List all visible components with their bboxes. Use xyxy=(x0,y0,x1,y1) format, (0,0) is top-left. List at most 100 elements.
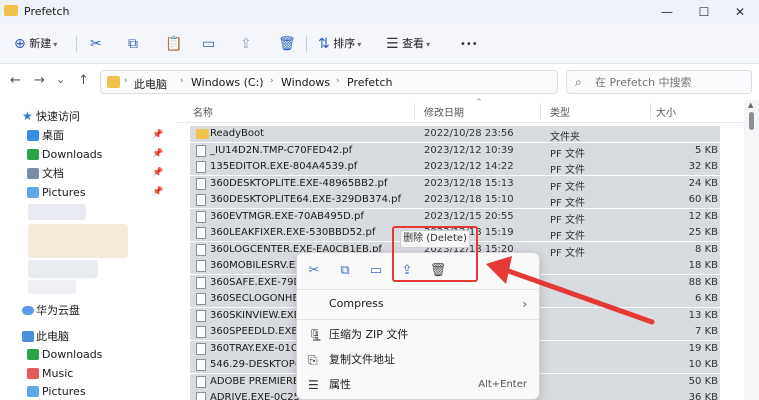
column-header-type[interactable]: 类型 xyxy=(550,104,570,119)
view-button[interactable]: ☰ 查看 ▾ xyxy=(386,34,430,54)
menu-item-copy-path[interactable]: ⎘ 复制文件地址 xyxy=(297,349,539,371)
search-input[interactable] xyxy=(595,74,745,90)
context-copy-icon[interactable]: ⧉ xyxy=(334,261,356,281)
more-options-icon[interactable]: ••• xyxy=(460,39,478,50)
menu-item-zip[interactable]: 🗜 压缩为 ZIP 文件 xyxy=(297,324,539,346)
context-rename-icon[interactable]: ▭ xyxy=(365,261,387,281)
sidebar-label: 此电脑 xyxy=(36,330,69,343)
paste-icon[interactable]: 📋 xyxy=(165,36,182,52)
sort-button[interactable]: ⇅ 排序 ▾ xyxy=(318,34,361,54)
sidebar-item-pictures[interactable]: Pictures 📌 xyxy=(0,183,176,202)
sidebar-this-pc[interactable]: 此电脑 xyxy=(0,327,176,346)
breadcrumb-this-pc[interactable]: 此电脑 xyxy=(134,76,167,92)
up-button[interactable]: ↑ xyxy=(78,73,89,88)
file-row[interactable]: 360DESKTOPLITE64.EXE-329DB374.pf 2023/12/… xyxy=(190,192,720,209)
file-date: 2023/12/12 10:39 xyxy=(424,145,514,156)
file-icon xyxy=(196,277,206,289)
document-icon xyxy=(27,168,39,179)
sidebar-label: 华为云盘 xyxy=(36,304,80,317)
breadcrumb-prefetch[interactable]: Prefetch xyxy=(347,76,392,89)
redacted-area xyxy=(28,224,128,258)
file-date: 2022/10/28 23:56 xyxy=(424,128,514,139)
maximize-button[interactable]: ☐ xyxy=(695,3,713,21)
menu-item-label: 压缩为 ZIP 文件 xyxy=(329,328,409,341)
chevron-right-icon: › xyxy=(522,297,527,311)
menu-item-compress[interactable]: Compress › xyxy=(297,293,539,315)
chevron-down-icon: ▾ xyxy=(426,40,431,49)
sidebar-item-documents[interactable]: 文档 📌 xyxy=(0,164,176,183)
cut-icon[interactable]: ✂ xyxy=(90,36,102,52)
file-name: ADOBE PREMIERE xyxy=(210,376,300,387)
sidebar-quick-access[interactable]: ★ 快速访问 xyxy=(0,107,176,126)
pin-icon: 📌 xyxy=(152,187,164,197)
file-name: 360SAFE.EXE-79D7 xyxy=(210,277,308,288)
sort-ascending-icon: ^ xyxy=(476,98,482,106)
sidebar-item-downloads[interactable]: Downloads 📌 xyxy=(0,145,176,164)
breadcrumb-separator: › xyxy=(336,76,340,86)
column-divider[interactable] xyxy=(540,103,541,119)
column-header-size[interactable]: 大小 xyxy=(656,104,676,119)
share-icon[interactable]: ⇪ xyxy=(240,36,252,52)
new-button[interactable]: ⊕ 新建 ▾ xyxy=(14,34,57,54)
file-row[interactable]: _IU14D2N.TMP-C70FED42.pf 2023/12/12 10:39… xyxy=(190,143,720,160)
close-button[interactable]: ✕ xyxy=(731,3,749,21)
column-divider[interactable] xyxy=(650,103,651,119)
file-row[interactable]: ReadyBoot 2022/10/28 23:56 文件夹 xyxy=(190,126,720,143)
redacted-area xyxy=(28,260,98,278)
file-type: PF 文件 xyxy=(550,231,585,242)
computer-icon xyxy=(22,331,34,342)
rename-icon[interactable]: ▭ xyxy=(202,36,215,52)
file-name: 360MOBILESRV.EXE xyxy=(210,260,309,271)
file-row[interactable]: 135EDITOR.EXE-804A4539.pf 2023/12/12 14:2… xyxy=(190,159,720,176)
vertical-scrollbar[interactable]: ▲ xyxy=(744,100,759,400)
sidebar-item-desktop[interactable]: 桌面 📌 xyxy=(0,126,176,145)
menu-item-label: Compress xyxy=(329,297,384,310)
column-divider[interactable] xyxy=(414,103,415,119)
back-button[interactable]: ← xyxy=(10,73,21,88)
search-icon: ⌕ xyxy=(575,75,582,89)
column-header-name[interactable]: 名称 xyxy=(193,104,213,119)
annotation-highlight-box xyxy=(392,226,478,282)
file-date: 2023/12/15 20:55 xyxy=(424,211,514,222)
copy-icon[interactable]: ⧉ xyxy=(128,36,138,52)
search-box[interactable]: ⌕ xyxy=(566,70,752,94)
file-size: 36 KB xyxy=(688,392,718,400)
file-name: 360SPEEDLD.EXE-S xyxy=(210,326,308,337)
sort-icon: ⇅ xyxy=(318,36,330,52)
column-header-date[interactable]: 修改日期 xyxy=(424,104,464,119)
delete-icon[interactable]: 🗑 xyxy=(278,36,296,52)
breadcrumb-c-drive[interactable]: Windows (C:) xyxy=(191,76,264,89)
context-cut-icon[interactable]: ✂ xyxy=(303,261,325,281)
new-button-label: 新建 xyxy=(29,37,52,50)
address-bar[interactable]: › 此电脑 › Windows (C:) › Windows › Prefetc… xyxy=(100,70,558,94)
file-icon xyxy=(196,376,206,388)
recent-locations-button[interactable]: ⌄ xyxy=(56,73,65,86)
file-date: 2023/12/18 15:10 xyxy=(424,194,514,205)
sidebar-label: 桌面 xyxy=(42,129,64,142)
file-icon xyxy=(196,178,206,190)
scrollbar-thumb[interactable] xyxy=(749,112,754,130)
sidebar-label: 文档 xyxy=(42,167,64,180)
desktop-icon xyxy=(27,130,39,141)
forward-button[interactable]: → xyxy=(34,73,45,88)
folder-icon xyxy=(107,76,120,88)
music-icon xyxy=(27,368,39,379)
sidebar-huawei-cloud[interactable]: 华为云盘 xyxy=(0,301,176,320)
file-name: 135EDITOR.EXE-804A4539.pf xyxy=(210,161,358,172)
minimize-button[interactable]: — xyxy=(658,3,676,21)
file-type: PF 文件 xyxy=(550,182,585,193)
scroll-up-icon[interactable]: ▲ xyxy=(748,101,753,109)
sidebar-pc-downloads[interactable]: Downloads xyxy=(0,345,176,364)
sidebar-pc-pictures[interactable]: Pictures xyxy=(0,382,176,400)
file-name: 360DESKTOPLITE64.EXE-329DB374.pf xyxy=(210,194,401,205)
menu-item-properties[interactable]: ☰ 属性 Alt+Enter xyxy=(297,374,539,396)
file-icon xyxy=(196,244,206,256)
file-icon xyxy=(196,310,206,322)
breadcrumb-windows[interactable]: Windows xyxy=(281,76,330,89)
sidebar-pc-music[interactable]: Music xyxy=(0,364,176,383)
sidebar-label: Music xyxy=(42,367,74,380)
file-icon xyxy=(196,392,206,400)
command-bar: ⊕ 新建 ▾ ✂ ⧉ 📋 ▭ ⇪ 🗑 ⇅ 排序 ▾ ☰ 查看 ▾ ••• xyxy=(0,24,759,64)
file-row[interactable]: 360EVTMGR.EXE-70AB495D.pf 2023/12/15 20:5… xyxy=(190,209,720,226)
file-row[interactable]: 360DESKTOPLITE.EXE-48965BB2.pf 2023/12/18… xyxy=(190,176,720,193)
